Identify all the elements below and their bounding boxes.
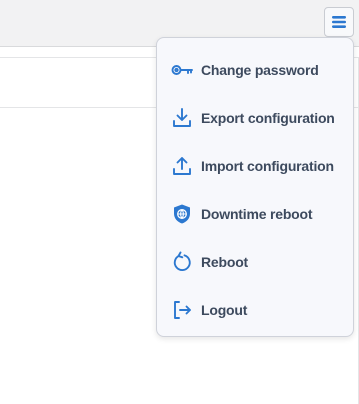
hamburger-icon [332, 16, 346, 28]
menu-item-reboot[interactable]: Reboot [157, 238, 353, 286]
key-icon [170, 58, 194, 82]
page: Change password Export configuration Imp… [0, 0, 359, 404]
download-icon [170, 106, 194, 130]
menu-toggle-button[interactable] [324, 7, 354, 37]
menu-item-logout[interactable]: Logout [157, 286, 353, 334]
settings-dropdown-menu: Change password Export configuration Imp… [156, 37, 354, 337]
menu-item-label: Logout [201, 302, 248, 318]
menu-item-label: Change password [201, 62, 319, 78]
upload-icon [170, 154, 194, 178]
menu-item-import-configuration[interactable]: Import configuration [157, 142, 353, 190]
menu-item-label: Reboot [201, 254, 249, 270]
menu-item-downtime-reboot[interactable]: Downtime reboot [157, 190, 353, 238]
menu-item-change-password[interactable]: Change password [157, 46, 353, 94]
menu-item-label: Import configuration [201, 158, 334, 174]
menu-item-label: Export configuration [201, 110, 335, 126]
shield-globe-icon [170, 202, 194, 226]
reboot-icon [170, 250, 194, 274]
menu-item-export-configuration[interactable]: Export configuration [157, 94, 353, 142]
menu-item-label: Downtime reboot [201, 206, 313, 222]
logout-icon [170, 298, 194, 322]
